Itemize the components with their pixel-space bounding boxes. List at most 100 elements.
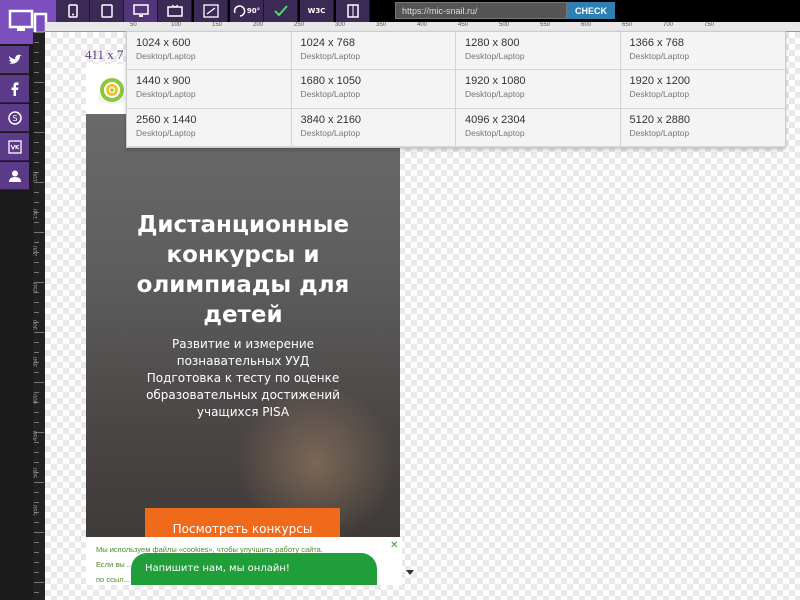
tv-icon xyxy=(166,4,183,18)
snail-logo-icon[interactable] xyxy=(94,74,128,108)
hero-banner: Дистанционные конкурсы и олимпиады для д… xyxy=(86,114,400,550)
resolution-size: 1366 x 768 xyxy=(629,37,684,49)
ruler-tick xyxy=(34,222,39,223)
resolution-type: Desktop/Laptop xyxy=(465,127,525,138)
validate-w3c-button[interactable]: W3C xyxy=(300,0,334,22)
device-mobile-button[interactable] xyxy=(56,0,90,22)
device-tv-button[interactable] xyxy=(158,0,192,22)
resolution-type: Desktop/Laptop xyxy=(300,51,361,61)
user-icon xyxy=(8,169,22,183)
resolution-size: 4096 x 2304 xyxy=(465,113,526,126)
resolution-option[interactable]: 1024 x 768 Desktop/Laptop xyxy=(291,32,456,71)
ruler-tick-label: 450 xyxy=(33,431,39,442)
resolution-type: Desktop/Laptop xyxy=(136,127,196,138)
ruler-tick xyxy=(34,42,39,43)
validate-w3c-button-text: W3C xyxy=(307,7,326,15)
book-icon xyxy=(346,4,359,18)
facebook-icon xyxy=(11,81,19,96)
check-button[interactable]: CHECK xyxy=(567,2,615,19)
ruler-tick xyxy=(34,532,44,533)
ruler-tick xyxy=(34,112,39,113)
url-input[interactable] xyxy=(395,2,567,19)
resolution-size: 2560 x 1440 xyxy=(136,113,197,126)
ruler-tick-label: 600 xyxy=(581,22,592,28)
resolution-size: 1920 x 1080 xyxy=(465,75,526,88)
ruler-tick xyxy=(34,492,39,493)
ruler-tick xyxy=(34,202,39,203)
ruler-tick xyxy=(34,152,39,153)
hero-subtitle-line: учащихся PISA xyxy=(196,405,290,419)
ruler-tick xyxy=(34,82,44,83)
hero-title: Дистанционные конкурсы и олимпиады для д… xyxy=(136,212,350,328)
resolution-option[interactable]: 2560 x 1440 Desktop/Laptop xyxy=(127,108,292,147)
resolution-option[interactable]: 1024 x 600 Desktop/Laptop xyxy=(127,32,292,71)
ruler-tick-label: 300 xyxy=(335,22,346,28)
scroll-down-icon[interactable] xyxy=(406,570,414,575)
ruler-tick xyxy=(34,522,39,523)
resolution-type: Desktop/Laptop xyxy=(300,89,361,100)
resolution-option[interactable]: 1920 x 1080 Desktop/Laptop xyxy=(456,70,621,109)
ruler-tick-label: 200 xyxy=(253,22,264,28)
resolution-type: Desktop/Laptop xyxy=(300,127,361,138)
ruler-tick-label: 350 xyxy=(33,357,39,368)
resolution-option[interactable]: 1680 x 1050 Desktop/Laptop xyxy=(291,70,456,109)
rotate-icon xyxy=(233,5,247,17)
resolution-option[interactable]: 1366 x 768 Desktop/Laptop xyxy=(620,32,785,71)
cookie-close-icon[interactable]: ✕ xyxy=(390,540,398,551)
resolution-option[interactable]: 4096 x 2304 Desktop/Laptop xyxy=(456,108,621,147)
facebook-button[interactable] xyxy=(0,75,29,103)
resolution-size: 1680 x 1050 xyxy=(300,75,362,88)
resolution-type: Desktop/Laptop xyxy=(136,89,196,100)
ruler-tick-label: 300 xyxy=(33,320,39,331)
resolution-option[interactable]: 3840 x 2160 Desktop/Laptop xyxy=(291,108,456,147)
phone-icon xyxy=(67,4,78,18)
resize-button[interactable] xyxy=(194,0,228,22)
ruler-tick xyxy=(34,332,44,333)
resolution-size: 1024 x 600 xyxy=(136,37,191,49)
ruler-tick xyxy=(34,412,39,413)
bookmark-button[interactable] xyxy=(336,0,370,22)
check-css-icon xyxy=(273,4,289,18)
ruler-tick xyxy=(34,312,39,313)
ruler-tick-label: 400 xyxy=(417,22,428,28)
ruler-tick-label: 50 xyxy=(130,22,137,28)
ruler-tick xyxy=(34,182,44,183)
resolution-type: Desktop/Laptop xyxy=(629,89,690,100)
device-desktop-button[interactable] xyxy=(124,0,158,22)
viewport-size-label: 411 x 7 xyxy=(85,47,124,62)
resolution-option[interactable]: 1280 x 800 Desktop/Laptop xyxy=(456,32,621,71)
ruler-tick xyxy=(34,52,39,53)
chat-widget-button[interactable]: Напишите нам, мы онлайн! xyxy=(131,553,377,585)
resolution-option[interactable]: 1920 x 1200 Desktop/Laptop xyxy=(620,70,785,109)
ruler-tick xyxy=(34,542,39,543)
skype-button[interactable]: S xyxy=(0,104,29,132)
skype-icon: S xyxy=(7,110,22,125)
resolution-size: 1024 x 768 xyxy=(300,37,355,49)
ruler-tick xyxy=(34,192,39,193)
ruler-tick xyxy=(34,272,39,273)
ruler-tick-label: 500 xyxy=(499,22,510,28)
user-button[interactable] xyxy=(0,162,29,190)
ruler-tick xyxy=(34,582,44,583)
resolution-option[interactable]: 5120 x 2880 Desktop/Laptop xyxy=(620,108,785,147)
ruler-tick xyxy=(34,72,39,73)
rotate-button[interactable]: 90° xyxy=(230,0,264,22)
device-tablet-button[interactable] xyxy=(90,0,124,22)
twitter-icon xyxy=(8,54,22,66)
validate-css-button[interactable] xyxy=(264,0,298,22)
ruler-tick-label: 100 xyxy=(33,172,39,183)
ruler-tick xyxy=(34,422,39,423)
vk-button[interactable] xyxy=(0,133,29,161)
resolution-type: Desktop/Laptop xyxy=(465,89,525,100)
ruler-tick xyxy=(34,142,39,143)
resize-icon xyxy=(202,4,219,18)
ruler-tick xyxy=(34,102,39,103)
resolution-size: 1280 x 800 xyxy=(465,37,520,49)
ruler-tick xyxy=(34,452,39,453)
resolution-dropdown: 1024 x 600 Desktop/Laptop 1024 x 768 Deskto… xyxy=(126,31,786,148)
monitor-icon xyxy=(132,4,149,18)
ruler-tick xyxy=(34,482,44,483)
resolution-option[interactable]: 1440 x 900 Desktop/Laptop xyxy=(127,70,292,109)
twitter-button[interactable] xyxy=(0,46,29,74)
ruler-tick xyxy=(34,162,39,163)
